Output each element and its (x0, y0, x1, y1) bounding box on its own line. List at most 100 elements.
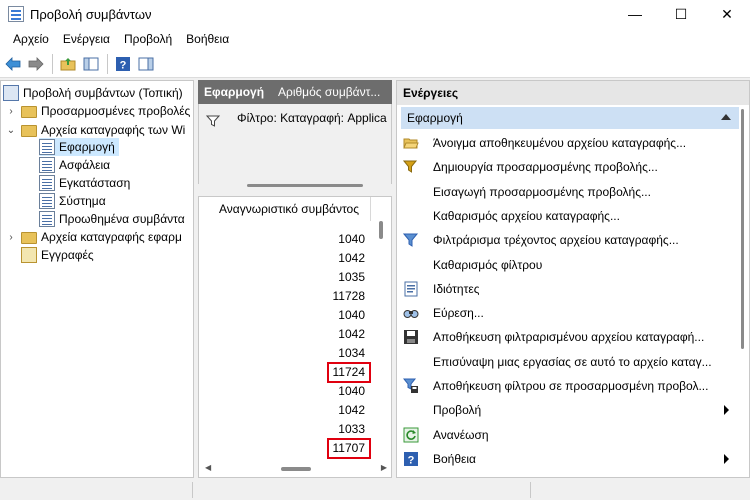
tree-item-label: Προβολή συμβάντων (Τοπική) (23, 86, 183, 100)
help-toolbar-button[interactable]: ? (112, 53, 134, 75)
expand-chevron-icon[interactable]: › (5, 232, 17, 243)
action-item-2[interactable]: Δημιουργία προσαρμοσμένης προβολής... (401, 156, 733, 178)
tree-item-application[interactable]: Εφαρμογή (39, 138, 119, 156)
column-header-event-id[interactable]: Αναγνωριστικό συμβάντος (199, 197, 371, 221)
minimize-button[interactable]: — (612, 0, 658, 28)
action-label: Εύρεση... (433, 306, 484, 320)
action-item-4[interactable]: Καθαρισμός αρχείου καταγραφής... (401, 205, 733, 227)
tree-item-windows-logs[interactable]: ⌄ Αρχεία καταγραφής των Wi (5, 121, 185, 139)
close-button[interactable]: ✕ (704, 0, 750, 28)
console-tree-icon (83, 57, 99, 70)
forward-button[interactable] (25, 53, 47, 75)
folder-icon (21, 125, 37, 137)
actions-vertical-scrollbar[interactable] (741, 109, 744, 349)
log-icon (39, 139, 55, 155)
table-row[interactable]: 1042 (199, 401, 367, 420)
scroll-right-icon[interactable]: ▶ (381, 463, 387, 472)
event-id-cell: 1040 (338, 308, 365, 322)
log-pane-title: Εφαρμογή (204, 85, 265, 99)
event-count-label: Αριθμός συμβάντ... (278, 85, 381, 99)
show-hide-tree-button[interactable] (80, 53, 102, 75)
folder-open-icon (403, 135, 419, 151)
event-id-cell: 1040 (338, 384, 365, 398)
scroll-thumb[interactable] (281, 467, 311, 471)
table-row[interactable]: 1040 (199, 382, 367, 401)
title-bar: Προβολή συμβάντων — ☐ ✕ (0, 0, 750, 28)
event-list-horizontal-scrollbar[interactable]: ◀ ▶ (203, 461, 389, 475)
action-item-8[interactable]: Εύρεση... (401, 302, 733, 324)
event-id-cell: 1042 (338, 251, 365, 265)
action-item-6[interactable]: Καθαρισμός φίλτρου (401, 254, 733, 276)
action-item-3[interactable]: Εισαγωγή προσαρμοσμένης προβολής... (401, 181, 733, 203)
action-label: Ανανέωση (433, 428, 489, 442)
show-action-pane-button[interactable] (135, 53, 157, 75)
event-list-vertical-scrollbar[interactable] (379, 221, 383, 239)
action-label: Καθαρισμός αρχείου καταγραφής... (433, 209, 620, 223)
event-id-cell: 1035 (338, 270, 365, 284)
window-title: Προβολή συμβάντων (30, 6, 152, 22)
table-row[interactable]: 1035 (199, 268, 367, 287)
log-icon (39, 157, 55, 173)
help-icon: ? (403, 451, 419, 467)
table-row[interactable]: 1042 (199, 325, 367, 344)
filter-star-icon (403, 159, 419, 175)
event-viewer-app-icon (8, 6, 24, 22)
action-item-9[interactable]: Αποθήκευση φιλτραρισμένου αρχείου καταγρ… (401, 326, 733, 348)
tree-item-label: Προσαρμοσμένες προβολές (41, 104, 191, 118)
up-level-button[interactable] (57, 53, 79, 75)
refresh-icon (403, 427, 419, 443)
tree-item-forwarded-events[interactable]: Προωθημένα συμβάντα (39, 210, 185, 228)
tree-item-app-services-logs[interactable]: › Αρχεία καταγραφής εφαρμ (5, 228, 182, 246)
tree-item-setup[interactable]: Εγκατάσταση (39, 174, 130, 192)
filter-horizontal-scrollbar[interactable] (247, 184, 363, 187)
log-icon (39, 193, 55, 209)
submenu-arrow-icon (724, 405, 729, 415)
blank-icon-slot (403, 208, 419, 224)
back-button[interactable] (2, 53, 24, 75)
submenu-arrow-icon (724, 454, 729, 464)
menu-bar: Αρχείο Ενέργεια Προβολή Βοήθεια (0, 28, 750, 50)
folder-up-icon (60, 57, 76, 70)
scroll-left-icon[interactable]: ◀ (205, 463, 211, 472)
table-row[interactable]: 1040 (199, 230, 367, 249)
maximize-button[interactable]: ☐ (658, 0, 704, 28)
action-item-11[interactable]: Αποθήκευση φίλτρου σε προσαρμοσμένη προβ… (401, 375, 733, 397)
action-label: Βοήθεια (433, 452, 476, 466)
action-item-13[interactable]: Ανανέωση (401, 424, 733, 446)
action-label: Φιλτράρισμα τρέχοντος αρχείου καταγραφής… (433, 233, 679, 247)
table-row[interactable]: 1034 (199, 344, 367, 363)
menu-file[interactable]: Αρχείο (6, 32, 56, 46)
collapse-triangle-icon[interactable] (721, 114, 731, 120)
svg-text:?: ? (120, 59, 127, 71)
tree-item-label: Προωθημένα συμβάντα (59, 212, 185, 226)
tree-item-custom-views[interactable]: › Προσαρμοσμένες προβολές (5, 102, 190, 120)
action-label: Ιδιότητες (433, 282, 480, 296)
tree-item-root[interactable]: Προβολή συμβάντων (Τοπική) (3, 84, 183, 102)
table-row[interactable]: 1040 (199, 306, 367, 325)
action-item-5[interactable]: Φιλτράρισμα τρέχοντος αρχείου καταγραφής… (401, 229, 733, 251)
table-row[interactable]: 1033 (199, 420, 367, 439)
action-item-12[interactable]: Προβολή (401, 399, 733, 421)
actions-section-application[interactable]: Εφαρμογή (401, 107, 739, 129)
tree-item-subscriptions[interactable]: Εγγραφές (21, 246, 94, 264)
expand-chevron-icon[interactable]: › (5, 106, 17, 117)
action-item-14[interactable]: ? Βοήθεια (401, 448, 733, 470)
table-row[interactable]: 11728 (199, 287, 367, 306)
find-icon (403, 305, 419, 321)
action-item-1[interactable]: Άνοιγμα αποθηκευμένου αρχείου καταγραφής… (401, 132, 733, 154)
tree-item-label: Αρχεία καταγραφής εφαρμ (41, 230, 182, 244)
event-list: Αναγνωριστικό συμβάντος 1040 1042 1035 1172… (198, 196, 392, 478)
action-item-10[interactable]: Επισύναψη μιας εργασίας σε αυτό το αρχεί… (401, 351, 733, 373)
action-item-7[interactable]: Ιδιότητες (401, 278, 733, 300)
action-label: Επισύναψη μιας εργασίας σε αυτό το αρχεί… (433, 355, 712, 369)
menu-help[interactable]: Βοήθεια (179, 32, 236, 46)
collapse-chevron-icon[interactable]: ⌄ (5, 125, 17, 136)
tree-item-security[interactable]: Ασφάλεια (39, 156, 110, 174)
tree-item-label: Εφαρμογή (59, 140, 115, 154)
highlight-box (327, 438, 371, 459)
status-divider (530, 482, 531, 498)
menu-view[interactable]: Προβολή (117, 32, 179, 46)
table-row[interactable]: 1042 (199, 249, 367, 268)
tree-item-system[interactable]: Σύστημα (39, 192, 106, 210)
menu-action[interactable]: Ενέργεια (56, 32, 117, 46)
